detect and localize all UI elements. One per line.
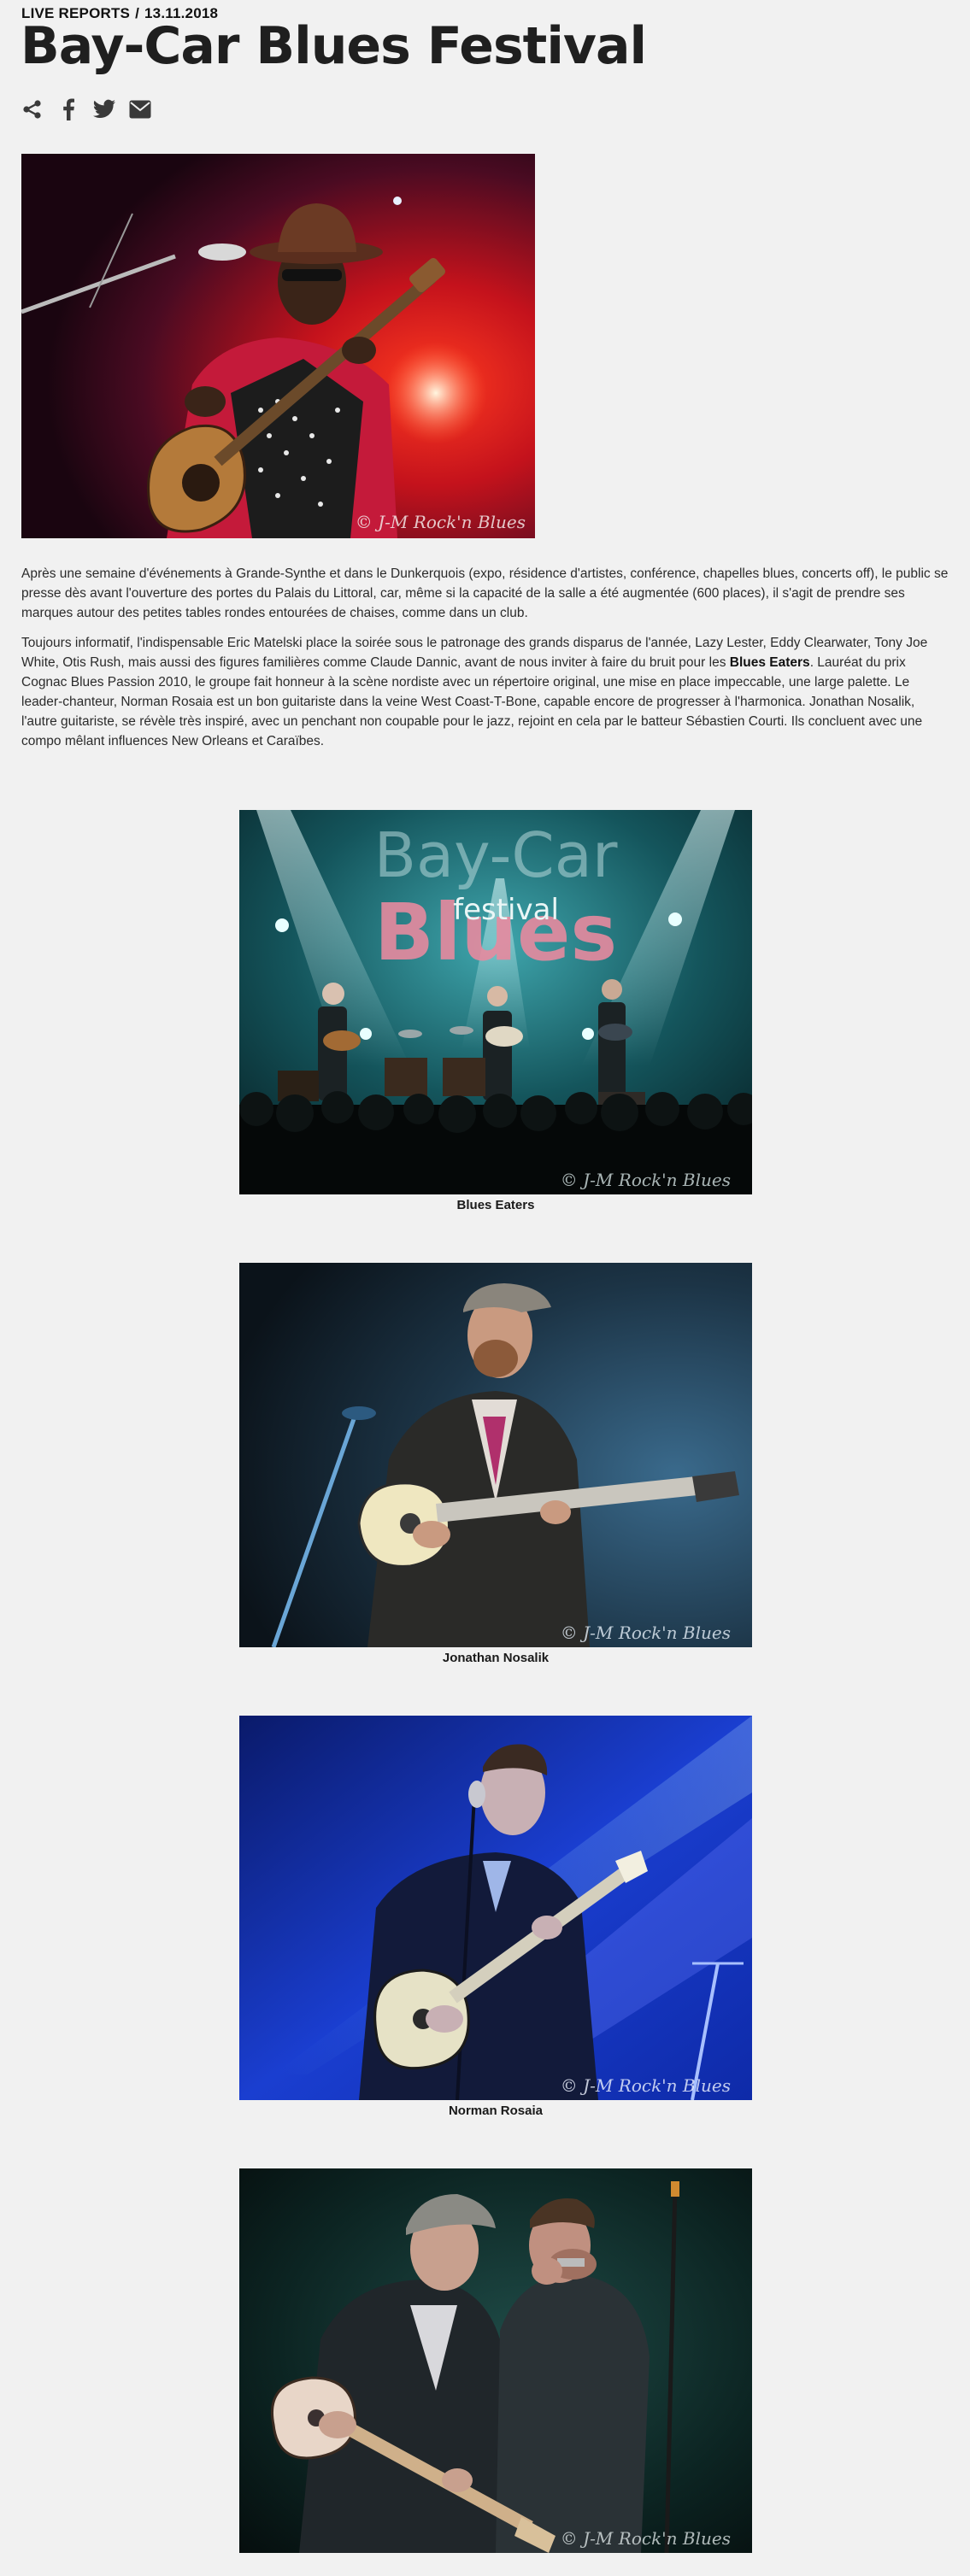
article-page: LIVE REPORTS/13.11.2018 Bay-Car Blues Fe… bbox=[0, 0, 970, 2576]
figure-duo-harmonica: © J-M Rock'n Blues bbox=[239, 2168, 752, 2553]
share-bar bbox=[21, 97, 152, 121]
figure-jonathan-nosalik: © J-M Rock'n Blues Jonathan Nosalik bbox=[239, 1263, 752, 1667]
photo-watermark: © J-M Rock'n Blues bbox=[356, 512, 526, 532]
photo-watermark: © J-M Rock'n Blues bbox=[561, 2528, 731, 2549]
stage-sign-text: Bay-Car bbox=[374, 819, 618, 891]
share-icon[interactable] bbox=[21, 97, 44, 121]
figure-blues-eaters: Bay-Car Blues festival © J-M Rock'n Blue… bbox=[239, 810, 752, 1214]
facebook-icon[interactable] bbox=[56, 97, 80, 121]
photo-guitarist: © J-M Rock'n Blues bbox=[239, 1263, 752, 1647]
figure-caption: Jonathan Nosalik bbox=[442, 1651, 550, 1665]
twitter-icon[interactable] bbox=[92, 97, 116, 121]
photo-band-on-stage: Bay-Car Blues festival © J-M Rock'n Blue… bbox=[239, 810, 752, 1194]
photo-watermark: © J-M Rock'n Blues bbox=[561, 1622, 731, 1643]
article-body: Après une semaine d'événements à Grande-… bbox=[21, 564, 953, 761]
figure-norman-rosaia: © J-M Rock'n Blues Norman Rosaia bbox=[239, 1716, 752, 2120]
figure-caption: Norman Rosaia bbox=[448, 2104, 544, 2118]
email-icon[interactable] bbox=[128, 97, 152, 121]
photo-guitarist-and-harmonica-player: © J-M Rock'n Blues bbox=[239, 2168, 752, 2553]
article-paragraph: Après une semaine d'événements à Grande-… bbox=[21, 566, 949, 620]
article-paragraph: Toujours informatif, l'indispensable Eri… bbox=[21, 633, 953, 751]
photo-singer-guitarist: © J-M Rock'n Blues bbox=[239, 1716, 752, 2100]
photo-watermark: © J-M Rock'n Blues bbox=[561, 2075, 731, 2096]
photo-watermark: © J-M Rock'n Blues bbox=[561, 1170, 731, 1190]
figure-caption: Blues Eaters bbox=[456, 1198, 535, 1212]
stage-sign-text: festival bbox=[453, 893, 559, 927]
page-title: Bay-Car Blues Festival bbox=[21, 16, 647, 76]
hero-photo-guitarist: © J-M Rock'n Blues bbox=[21, 154, 535, 538]
band-name-highlight: Blues Eaters bbox=[729, 655, 810, 670]
